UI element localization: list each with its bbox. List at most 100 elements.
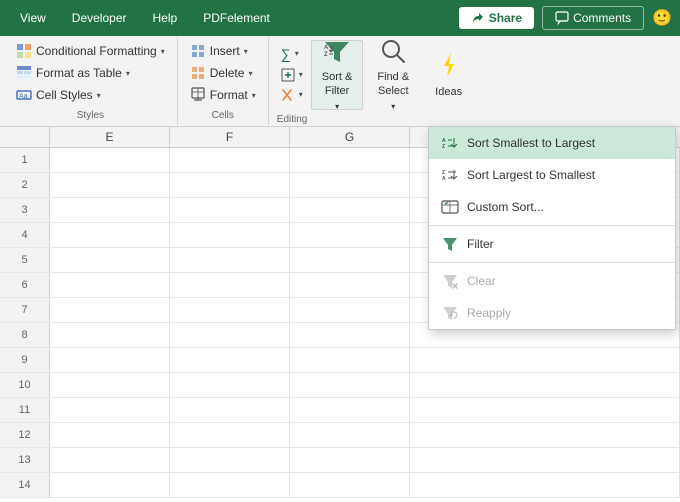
clear-filter-item: Clear [429,265,675,297]
cell[interactable] [170,348,290,372]
format-button[interactable]: Format ▾ [186,85,260,105]
cell-styles-chevron: ▾ [97,91,101,100]
menu-tab-developer[interactable]: Developer [60,5,139,31]
find-select-button[interactable]: Find &Select ▾ [367,40,419,110]
row-num: 3 [0,198,50,222]
clear-filter-label: Clear [467,274,496,288]
cell[interactable] [290,148,410,172]
cell[interactable] [50,348,170,372]
autosum-button[interactable]: ∑ ▾ [277,44,307,64]
cell[interactable] [290,348,410,372]
col-header-e: E [50,127,170,147]
cell[interactable] [290,323,410,347]
cell[interactable] [170,273,290,297]
cell[interactable] [50,423,170,447]
table-row: 14 [0,473,680,498]
cell[interactable] [290,423,410,447]
top-bar-actions: Share Comments 🙂 [459,6,672,30]
sort-desc-label: Sort Largest to Smallest [467,168,595,182]
styles-items: Conditional Formatting ▾ Format as Table… [12,41,169,106]
sort-filter-label: Sort &Filter [322,71,353,97]
sort-asc-item[interactable]: A Z Sort Smallest to Largest [429,127,675,159]
cell[interactable] [410,398,680,422]
menu-tab-pdfelement[interactable]: PDFelement [191,5,282,31]
cell[interactable] [50,173,170,197]
sort-filter-button[interactable]: A Z Sort &Filter ▾ [311,40,364,110]
cell[interactable] [50,198,170,222]
row-header-spacer [0,127,50,147]
share-button[interactable]: Share [459,7,534,29]
row-num: 2 [0,173,50,197]
cell[interactable] [290,173,410,197]
cell[interactable] [170,423,290,447]
cell[interactable] [50,323,170,347]
cell-styles-label: Cell Styles [36,88,93,102]
menu-tab-help[interactable]: Help [141,5,190,31]
menu-tab-view[interactable]: View [8,5,58,31]
sort-asc-label: Sort Smallest to Largest [467,136,595,150]
cell[interactable] [50,373,170,397]
cell[interactable] [410,348,680,372]
cell[interactable] [50,148,170,172]
ideas-icon [436,51,462,82]
cell[interactable] [290,448,410,472]
autosum-icon: ∑ [281,46,291,62]
cell-styles-button[interactable]: Aa Cell Styles ▾ [12,85,169,105]
row-num: 11 [0,398,50,422]
separator-2 [429,262,675,263]
cell[interactable] [290,473,410,497]
cell[interactable] [410,473,680,497]
filter-item[interactable]: Filter [429,228,675,260]
cells-group: Insert ▾ Delete ▾ Format ▾ [178,37,269,125]
format-as-table-button[interactable]: Format as Table ▾ [12,63,169,83]
cell[interactable] [50,473,170,497]
sort-desc-icon: Z A [441,166,459,184]
comments-button[interactable]: Comments [542,6,644,30]
cell[interactable] [170,473,290,497]
custom-sort-item[interactable]: Custom Sort... [429,191,675,223]
cell[interactable] [170,373,290,397]
cell[interactable] [50,448,170,472]
cell[interactable] [170,248,290,272]
cell[interactable] [290,373,410,397]
cell[interactable] [290,248,410,272]
cell-styles-icon: Aa [16,87,32,103]
cell[interactable] [410,448,680,472]
delete-button[interactable]: Delete ▾ [186,63,260,83]
conditional-formatting-button[interactable]: Conditional Formatting ▾ [12,41,169,61]
cell[interactable] [290,223,410,247]
emoji-button[interactable]: 🙂 [652,8,672,28]
clear-button[interactable]: ▾ [277,86,307,104]
filter-label: Filter [467,237,494,251]
insert-label: Insert [210,44,240,58]
fill-button[interactable]: ▾ [277,66,307,84]
cell[interactable] [290,298,410,322]
cell[interactable] [170,173,290,197]
cell[interactable] [170,298,290,322]
find-select-label: Find &Select [377,71,409,97]
cell[interactable] [410,373,680,397]
cell[interactable] [50,273,170,297]
cell[interactable] [290,273,410,297]
cell[interactable] [50,298,170,322]
cell[interactable] [170,223,290,247]
cell[interactable] [290,398,410,422]
editing-group: ∑ ▾ ▾ ▾ [269,37,482,125]
clear-icon [281,88,295,102]
cell[interactable] [410,423,680,447]
cell[interactable] [170,198,290,222]
cell[interactable] [170,398,290,422]
sort-desc-item[interactable]: Z A Sort Largest to Smallest [429,159,675,191]
cell[interactable] [50,398,170,422]
cell[interactable] [50,223,170,247]
col-header-g: G [290,127,410,147]
cell[interactable] [50,248,170,272]
cell[interactable] [170,148,290,172]
insert-button[interactable]: Insert ▾ [186,41,260,61]
row-num: 12 [0,423,50,447]
cell[interactable] [170,323,290,347]
cell[interactable] [290,198,410,222]
ideas-button[interactable]: Ideas [423,40,474,110]
svg-text:A: A [442,176,446,182]
cell[interactable] [170,448,290,472]
